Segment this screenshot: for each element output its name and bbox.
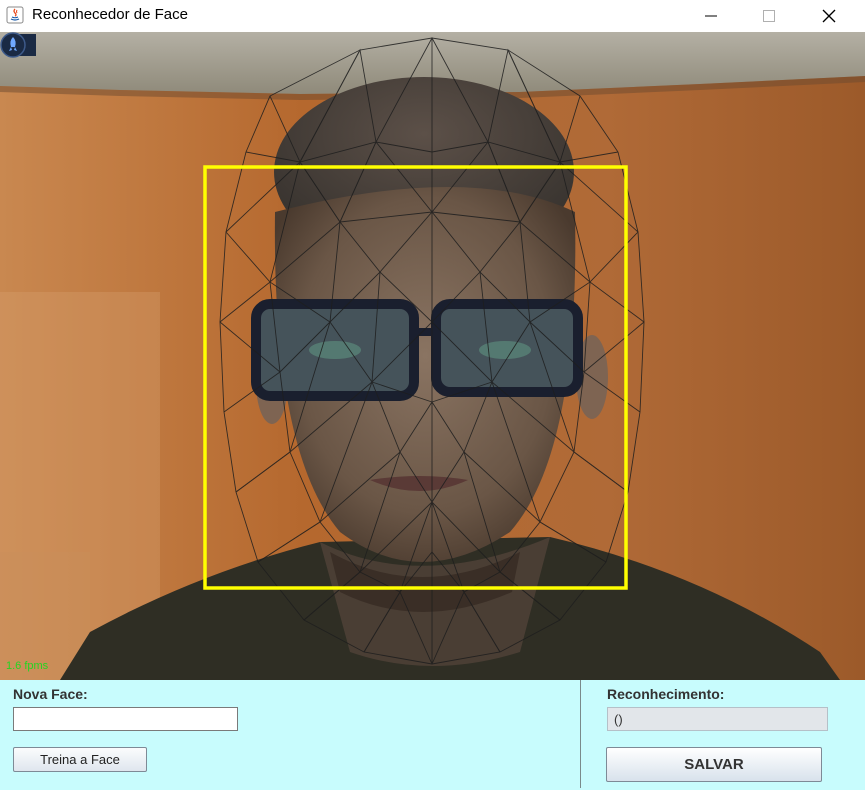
minimize-button[interactable] [688, 0, 734, 32]
fps-label: 1.6 fpms [6, 660, 49, 672]
reconhecimento-label: Reconhecimento: [607, 686, 725, 702]
close-icon [822, 9, 836, 23]
panel-divider [580, 680, 581, 788]
camera-frame [0, 32, 865, 680]
reconhecimento-field: () [607, 707, 828, 731]
nova-face-input[interactable] [13, 707, 238, 731]
treina-face-button[interactable]: Treina a Face [13, 747, 147, 772]
maximize-button[interactable] [746, 0, 792, 32]
close-button[interactable] [806, 0, 852, 32]
maximize-icon [763, 10, 775, 22]
title-bar: Reconhecedor de Face [0, 0, 865, 32]
minimize-icon [705, 15, 717, 17]
nova-face-label: Nova Face: [13, 686, 88, 702]
rocket-icon[interactable] [0, 32, 36, 58]
window-title: Reconhecedor de Face [32, 6, 188, 23]
salvar-button[interactable]: SALVAR [606, 747, 822, 782]
camera-view: 1.6 fpms [0, 32, 865, 680]
java-icon [6, 6, 24, 24]
control-panel: Nova Face: Treina a Face Reconhecimento:… [0, 680, 865, 790]
